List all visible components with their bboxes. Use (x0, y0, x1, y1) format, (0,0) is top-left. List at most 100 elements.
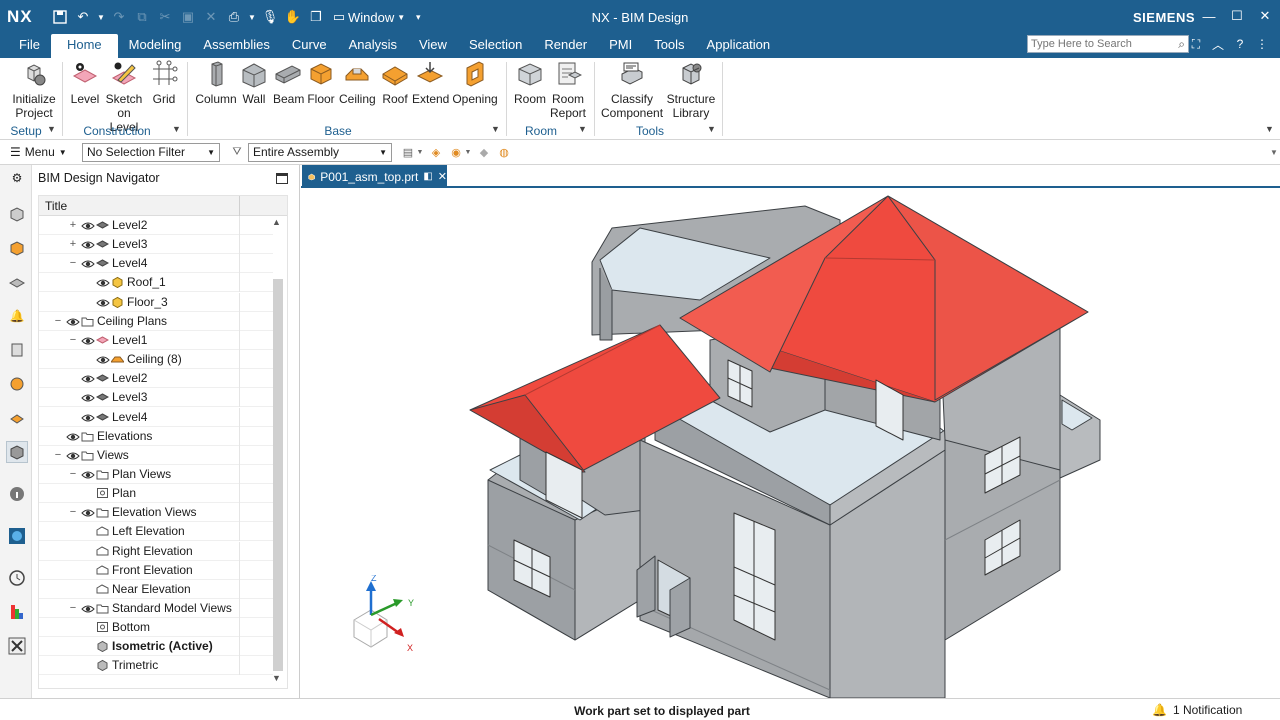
document-tab[interactable]: P001_asm_top.prt ◧ ✕ (302, 165, 447, 188)
bim-design-navigator-icon[interactable] (6, 441, 28, 463)
snap-point-icon[interactable]: ◈ (428, 144, 444, 160)
expand-icon[interactable]: + (69, 238, 77, 250)
beam-button[interactable]: Beam (273, 60, 304, 106)
visibility-eye-icon[interactable] (81, 240, 95, 250)
selection-scope-dropdown[interactable]: Entire Assembly ▼ (248, 142, 392, 162)
collapse-icon[interactable]: − (69, 506, 77, 518)
setup-group-dropdown-icon[interactable]: ▼ (47, 124, 56, 134)
room-group-dropdown-icon[interactable]: ▼ (578, 124, 587, 134)
snap-dropdown-icon[interactable]: ▼ (464, 144, 472, 160)
tab-selection[interactable]: Selection (458, 34, 533, 58)
notification-button[interactable]: 🔔 1 Notification (1152, 703, 1242, 717)
show-hide-icon[interactable]: ◆ (476, 144, 492, 160)
microphone-icon[interactable]: 🎙 (261, 8, 279, 26)
type-filter-dropdown-icon[interactable]: ▼ (416, 144, 424, 160)
globe-icon[interactable] (6, 525, 28, 547)
tools-icon[interactable] (6, 635, 28, 657)
menu-button[interactable]: ☰ Menu ▼ (10, 145, 72, 159)
collapse-icon[interactable]: − (69, 257, 77, 269)
selection-filter-dropdown[interactable]: No Selection Filter ▼ (82, 142, 220, 162)
touch-mode-icon[interactable]: ✋ (284, 8, 302, 26)
search-input[interactable] (1031, 38, 1166, 50)
visibility-eye-icon[interactable] (66, 451, 80, 461)
visibility-eye-icon[interactable] (81, 374, 95, 384)
tab-analysis[interactable]: Analysis (338, 34, 408, 58)
collapse-icon[interactable]: − (69, 468, 77, 480)
collapse-icon[interactable]: − (69, 602, 77, 614)
full-screen-icon[interactable]: ⛶ (1188, 36, 1204, 52)
floor-button[interactable]: Floor (306, 60, 336, 106)
visibility-eye-icon[interactable] (66, 317, 80, 327)
column-divider[interactable] (239, 196, 240, 216)
column-title[interactable]: Title (45, 199, 67, 213)
minimize-icon[interactable]: — (1202, 8, 1216, 24)
command-search-box[interactable]: ⌕ (1027, 35, 1189, 53)
undo-dropdown-icon[interactable]: ▼ (97, 8, 105, 26)
scroll-down-icon[interactable]: ▼ (272, 673, 281, 683)
visibility-eye-icon[interactable] (81, 604, 95, 614)
structure-library-button[interactable]: Structure Library (666, 60, 716, 120)
more-icon[interactable]: ⋮ (1254, 36, 1270, 52)
visibility-eye-icon[interactable] (96, 278, 110, 288)
info-icon[interactable] (6, 483, 28, 505)
print-dropdown-icon[interactable]: ▼ (248, 8, 256, 26)
collapse-ribbon-icon[interactable]: ︿ (1210, 36, 1226, 52)
visibility-eye-icon[interactable] (81, 336, 95, 346)
tree-node[interactable]: Roof_1 (39, 273, 273, 293)
clock-icon[interactable] (6, 567, 28, 589)
tools-group-dropdown-icon[interactable]: ▼ (707, 124, 716, 134)
graphics-viewport[interactable]: Z Y X (301, 190, 1280, 699)
search-icon[interactable]: ⌕ (1178, 37, 1185, 52)
collapse-icon[interactable]: − (69, 334, 77, 346)
tab-render[interactable]: Render (533, 34, 598, 58)
ceiling-button[interactable]: Ceiling (339, 60, 376, 106)
visibility-eye-icon[interactable] (66, 432, 80, 442)
tree-node[interactable]: Front Elevation (39, 560, 273, 580)
sketch-on-level-button[interactable]: Sketch on Level (104, 60, 144, 134)
room-report-button[interactable]: Room Report (549, 60, 587, 120)
column-button[interactable]: Column (195, 60, 237, 106)
level-button[interactable]: Level (68, 60, 102, 106)
tree-node[interactable]: Left Elevation (39, 522, 273, 542)
expand-icon[interactable]: + (69, 219, 77, 231)
visibility-eye-icon[interactable] (81, 508, 95, 518)
history-icon[interactable] (6, 339, 28, 361)
wall-button[interactable]: Wall (240, 60, 268, 106)
tree-node[interactable]: − Plan Views (39, 464, 273, 484)
tree-node[interactable]: Level4 (39, 407, 273, 427)
reuse-library-icon[interactable]: 🔔 (6, 305, 28, 327)
tree-node[interactable]: Plan (39, 484, 273, 504)
switch-window-icon[interactable]: ❐ (307, 8, 325, 26)
room-button[interactable]: Room (512, 60, 548, 106)
tree-node[interactable]: Ceiling (8) (39, 350, 273, 370)
visibility-eye-icon[interactable] (96, 355, 110, 365)
grid-button[interactable]: Grid (148, 60, 180, 106)
tree-node[interactable]: Level2 (39, 369, 273, 389)
tree-node[interactable]: Near Elevation (39, 579, 273, 599)
construction-group-dropdown-icon[interactable]: ▼ (172, 124, 181, 134)
maximize-icon[interactable]: ☐ (1230, 8, 1244, 24)
opening-button[interactable]: Opening (452, 60, 498, 106)
tab-tools[interactable]: Tools (643, 34, 695, 58)
visibility-eye-icon[interactable] (81, 259, 95, 269)
tab-application[interactable]: Application (696, 34, 782, 58)
tree-node[interactable]: − Views (39, 445, 273, 465)
tree-node[interactable]: Right Elevation (39, 541, 273, 561)
collapse-icon[interactable]: − (54, 315, 62, 327)
color-palette-icon[interactable] (6, 601, 28, 623)
customize-qat-icon[interactable]: ▾ (413, 8, 423, 26)
tree-node[interactable]: − Level4 (39, 254, 273, 274)
roof-button[interactable]: Roof (380, 60, 410, 106)
print-icon[interactable]: ⎙ (225, 8, 243, 26)
tree-node[interactable]: + Level3 (39, 235, 273, 255)
visibility-eye-icon[interactable] (96, 298, 110, 308)
navigator-scrollbar[interactable]: ▲ ▼ (270, 215, 284, 689)
filter-icon[interactable]: ⛛ (228, 144, 246, 160)
close-icon[interactable]: ✕ (1258, 8, 1272, 24)
tree-node[interactable]: Floor_3 (39, 292, 273, 312)
classify-component-button[interactable]: Classify Component (601, 60, 663, 120)
save-icon[interactable] (51, 8, 69, 26)
house-model[interactable] (301, 190, 1280, 699)
tree-node[interactable]: Trimetric (39, 656, 273, 676)
scrollbar-thumb[interactable] (273, 279, 283, 671)
